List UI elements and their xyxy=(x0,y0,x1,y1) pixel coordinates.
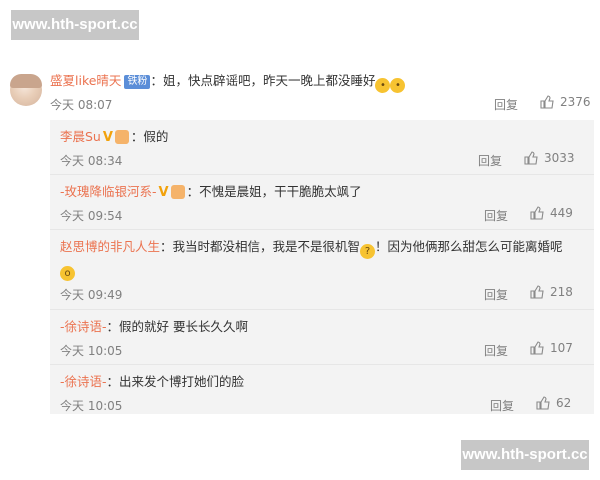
reply-divider xyxy=(50,174,594,175)
reply-username[interactable]: -徐诗语- xyxy=(60,374,107,389)
reply-username[interactable]: 赵思博的非凡人生 xyxy=(60,239,160,254)
reply-button[interactable]: 回复 xyxy=(490,397,514,414)
like-button[interactable]: 3033 xyxy=(524,151,575,165)
avatar-hair xyxy=(10,74,42,88)
like-count: 3033 xyxy=(544,151,575,165)
reply-time: 今天 09:54 xyxy=(60,209,123,223)
verified-badge[interactable]: 铁粉 xyxy=(124,75,151,89)
comment-username[interactable]: 盛夏like晴天 xyxy=(50,73,121,88)
like-count: 449 xyxy=(550,206,573,220)
reply-button[interactable]: 回复 xyxy=(494,96,518,113)
reply-text: ：我当时都没相信，我是不是很机智 xyxy=(160,239,361,254)
like-count: 62 xyxy=(556,396,572,410)
reply-line-2: o xyxy=(60,260,75,281)
thumbs-up-icon xyxy=(530,341,544,355)
reply-text: ：假的就好 要长长久久啊 xyxy=(106,319,249,334)
reply-text: ：不愧是晨姐，干干脆脆太飒了 xyxy=(186,184,362,199)
like-button[interactable]: 449 xyxy=(530,206,573,220)
reply-divider xyxy=(50,309,594,310)
watermark-top: www.hth-sport.cc xyxy=(11,10,139,40)
sad-emoji-icon: • xyxy=(375,78,391,93)
sticker-icon xyxy=(114,130,129,144)
comment-text: ：姐，快点辟谣吧，昨天一晚上都没睡好 xyxy=(150,73,376,88)
main-comment: 盛夏like晴天 铁粉 ：姐，快点辟谣吧，昨天一晚上都没睡好 • • 今天 08:07 … xyxy=(0,60,600,120)
reply-username[interactable]: 李晨Su xyxy=(60,129,101,144)
reply-line: -徐诗语-：出来发个博打她们的脸 xyxy=(60,373,244,391)
avatar[interactable] xyxy=(10,74,42,106)
reply-button[interactable]: 回复 xyxy=(484,207,508,224)
main-comment-line: 盛夏like晴天 铁粉 ：姐，快点辟谣吧，昨天一晚上都没睡好 • • xyxy=(50,72,406,93)
reply-divider xyxy=(50,364,594,365)
sticker-icon xyxy=(170,185,185,199)
v-icon: V xyxy=(158,185,169,200)
thumbs-up-icon xyxy=(536,396,550,410)
like-count: 2376 xyxy=(560,95,591,109)
reply-divider xyxy=(50,229,594,230)
reply-time: 今天 10:05 xyxy=(60,344,123,358)
reply-time: 今天 08:34 xyxy=(60,154,123,168)
like-button[interactable]: 62 xyxy=(536,396,571,410)
like-count: 218 xyxy=(550,285,573,299)
reply-time: 今天 09:49 xyxy=(60,288,123,302)
reply-username[interactable]: -玫瑰降临银河系- xyxy=(60,184,157,199)
comment-time: 今天 08:07 xyxy=(50,98,113,112)
like-button[interactable]: 107 xyxy=(530,341,573,355)
shocked-emoji-icon: o xyxy=(60,266,75,281)
thumbs-up-icon xyxy=(530,206,544,220)
like-count: 107 xyxy=(550,341,573,355)
reply-username[interactable]: -徐诗语- xyxy=(60,319,107,334)
reply-text: ：假的 xyxy=(130,129,169,144)
reply-line: 李晨Su V ：假的 xyxy=(60,128,168,147)
reply-line: -徐诗语-：假的就好 要长长久久啊 xyxy=(60,318,248,336)
thinking-emoji-icon: ? xyxy=(360,244,376,259)
reply-text-continued: ！因为他俩那么甜怎么可能离婚呢 xyxy=(375,239,563,254)
like-button[interactable]: 2376 xyxy=(540,95,591,109)
thumbs-up-icon xyxy=(540,95,554,109)
reply-text: ：出来发个博打她们的脸 xyxy=(106,374,245,389)
reply-button[interactable]: 回复 xyxy=(484,342,508,359)
reply-button[interactable]: 回复 xyxy=(484,286,508,303)
reply-time: 今天 10:05 xyxy=(60,399,123,413)
reply-line: 赵思博的非凡人生：我当时都没相信，我是不是很机智? ！因为他俩那么甜怎么可能离婚呢 xyxy=(60,238,563,259)
watermark-bottom: www.hth-sport.cc xyxy=(461,440,589,470)
thumbs-up-icon xyxy=(524,151,538,165)
reply-line: -玫瑰降临银河系- V ：不愧是晨姐，干干脆脆太飒了 xyxy=(60,183,362,202)
v-icon: V xyxy=(102,130,113,145)
like-button[interactable]: 218 xyxy=(530,285,573,299)
thumbs-up-icon xyxy=(530,285,544,299)
sad-emoji-icon: • xyxy=(390,78,406,93)
replies-panel: 李晨Su V ：假的 今天 08:34 回复 3033 -玫瑰降临银河系- V ：不愧是… xyxy=(50,120,594,414)
reply-button[interactable]: 回复 xyxy=(478,152,502,169)
